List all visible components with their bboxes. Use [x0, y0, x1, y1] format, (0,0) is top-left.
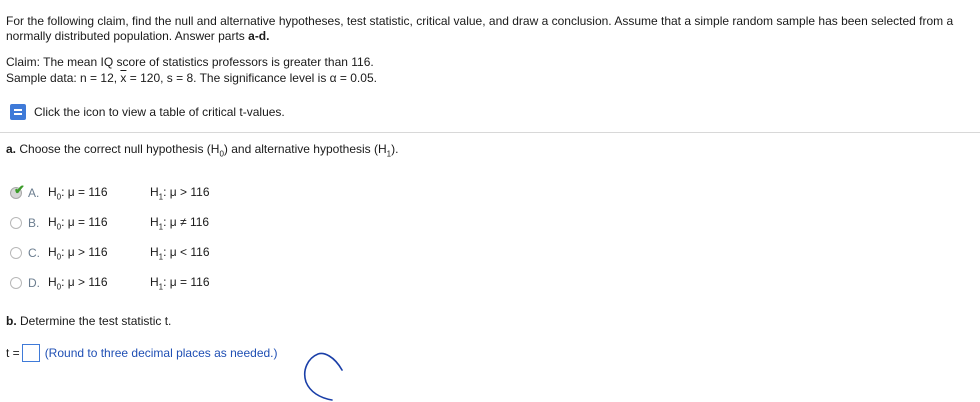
h0-relation: : μ = 116: [61, 215, 108, 229]
option-h1: H1: μ = 116: [150, 275, 210, 291]
test-statistic-row: t = (Round to three decimal places as ne…: [6, 344, 278, 362]
option-letter: A.: [28, 186, 40, 201]
h-symbol: H: [150, 185, 159, 199]
h-symbol: H: [150, 275, 159, 289]
critical-values-tool[interactable]: Click the icon to view a table of critic…: [10, 104, 285, 120]
h0-relation: : μ > 116: [61, 275, 108, 289]
t-label: t =: [6, 346, 20, 360]
option-h0: H0: μ > 116: [48, 275, 150, 291]
critical-values-link[interactable]: Click the icon to view a table of critic…: [34, 105, 285, 119]
h-symbol: H: [150, 215, 159, 229]
rounding-hint: (Round to three decimal places as needed…: [44, 346, 278, 360]
part-b-question: b. Determine the test statistic t.: [6, 314, 171, 328]
part-a-question: a. Choose the correct null hypothesis (H…: [6, 142, 398, 158]
option-a[interactable]: ✔ A. H0: μ = 116 H1: μ > 116: [10, 182, 210, 201]
pen-annotation: [303, 352, 343, 401]
part-a-text-2: ) and alternative hypothesis (H: [223, 142, 387, 156]
h-symbol: H: [48, 215, 57, 229]
h1-relation: : μ > 116: [163, 185, 210, 199]
radio-option-c[interactable]: [10, 247, 22, 260]
h0-relation: : μ = 116: [61, 185, 108, 199]
checkmark-icon: ✔: [14, 182, 25, 198]
option-c[interactable]: C. H0: μ > 116 H1: μ < 116: [10, 245, 210, 261]
part-a-text-3: ).: [391, 142, 399, 156]
h1-relation: : μ ≠ 116: [163, 215, 210, 229]
part-b-text: Determine the test statistic t.: [16, 314, 172, 328]
radio-option-a[interactable]: ✔: [10, 182, 25, 200]
option-h1: H1: μ > 116: [150, 185, 210, 201]
divider: [0, 132, 980, 133]
part-a-label: a.: [6, 142, 17, 156]
option-h0: H0: μ = 116: [48, 185, 150, 201]
h-symbol: H: [48, 245, 57, 259]
radio-option-d[interactable]: [10, 277, 22, 290]
option-b[interactable]: B. H0: μ = 116 H1: μ ≠ 116: [10, 215, 209, 231]
option-h0: H0: μ = 116: [48, 215, 150, 231]
sample-rest: = 120, s = 8. The significance level is …: [126, 71, 377, 85]
option-letter: C.: [28, 246, 40, 261]
claim-text: Claim: The mean IQ score of statistics p…: [6, 55, 374, 69]
h-symbol: H: [48, 185, 57, 199]
radio-option-b[interactable]: [10, 217, 22, 230]
part-b-label: b.: [6, 314, 17, 328]
option-h1: H1: μ < 116: [150, 245, 210, 261]
h-symbol: H: [150, 245, 159, 259]
intro-parts: a-d.: [248, 29, 270, 43]
h1-relation: : μ < 116: [163, 245, 210, 259]
h-symbol: H: [48, 275, 57, 289]
option-letter: D.: [28, 276, 40, 291]
option-letter: B.: [28, 216, 40, 231]
h0-relation: : μ > 116: [61, 245, 108, 259]
intro-text: For the following claim, find the null a…: [6, 14, 954, 43]
option-h1: H1: μ ≠ 116: [150, 215, 209, 231]
option-h0: H0: μ > 116: [48, 245, 150, 261]
sample-data: Sample data: n = 12, x = 120, s = 8. The…: [6, 71, 377, 86]
test-statistic-input[interactable]: [21, 344, 40, 362]
part-a-text-1: Choose the correct null hypothesis (H: [16, 142, 220, 156]
h1-relation: : μ = 116: [163, 275, 210, 289]
sample-prefix: Sample data: n = 12,: [6, 71, 121, 85]
question-intro: For the following claim, find the null a…: [6, 14, 966, 44]
table-icon[interactable]: [10, 104, 26, 120]
option-d[interactable]: D. H0: μ > 116 H1: μ = 116: [10, 275, 210, 291]
